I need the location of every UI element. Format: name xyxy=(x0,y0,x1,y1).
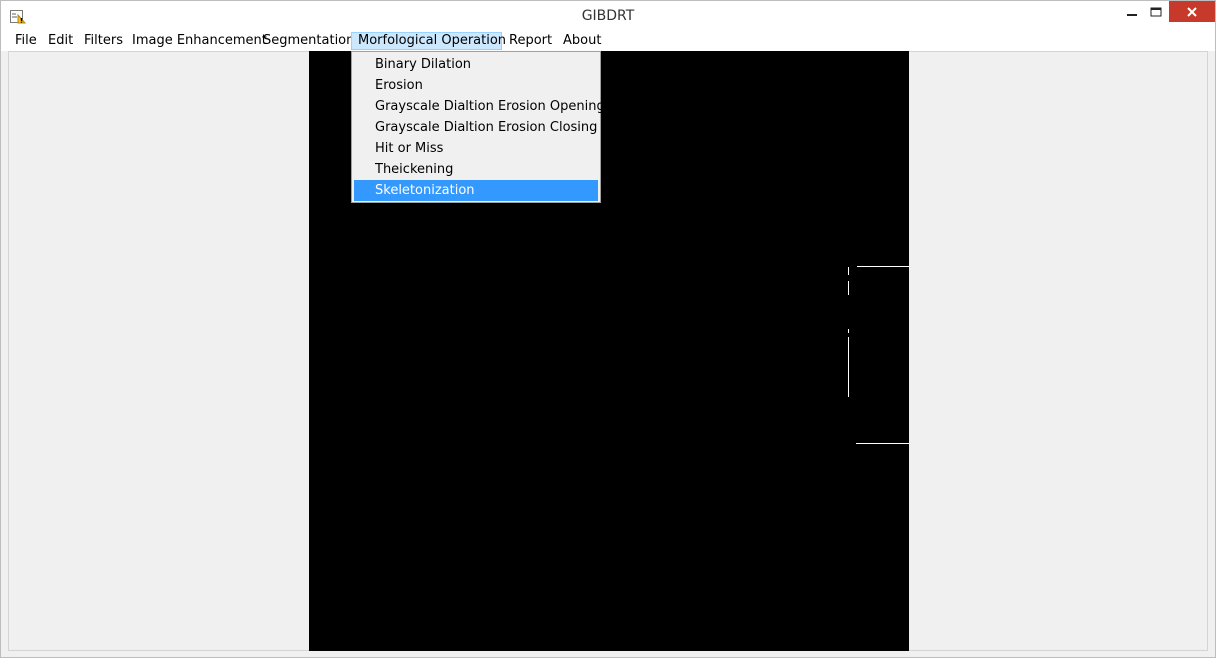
minimize-icon xyxy=(1127,14,1137,16)
window-title: GIBDRT xyxy=(581,8,635,24)
menu-edit[interactable]: Edit xyxy=(42,32,79,50)
menu-about[interactable]: About xyxy=(557,32,607,50)
menu-item-binary-dilation[interactable]: Binary Dilation xyxy=(354,54,598,75)
edge-line xyxy=(848,281,849,295)
title-bar[interactable]: GIBDRT xyxy=(1,1,1215,31)
morfological-operation-dropdown: Binary Dilation Erosion Grayscale Dialti… xyxy=(351,51,605,203)
edge-line xyxy=(856,443,909,444)
menu-report[interactable]: Report xyxy=(503,32,558,50)
edge-line xyxy=(857,266,909,267)
menu-item-grayscale-opening[interactable]: Grayscale Dialtion Erosion Opening xyxy=(354,96,605,117)
menu-morfological-operation[interactable]: Morfological Operation xyxy=(351,32,506,50)
menu-bar: File Edit Filters Image Enhancement Segm… xyxy=(1,31,1215,51)
close-button[interactable] xyxy=(1169,1,1215,22)
menu-item-thickening[interactable]: Theickening xyxy=(354,159,598,180)
edge-line xyxy=(848,329,849,333)
menu-file[interactable]: File xyxy=(9,32,43,50)
app-window: GIBDRT File Edit Filters Image Enhanceme… xyxy=(0,0,1216,658)
menu-filters[interactable]: Filters xyxy=(78,32,129,50)
edge-line xyxy=(848,267,849,275)
menu-item-hit-or-miss[interactable]: Hit or Miss xyxy=(354,138,598,159)
close-icon xyxy=(1187,6,1197,17)
edge-line xyxy=(848,337,849,397)
menu-item-grayscale-closing[interactable]: Grayscale Dialtion Erosion Closing xyxy=(354,117,598,138)
menu-item-skeletonization[interactable]: Skeletonization xyxy=(354,180,598,201)
maximize-icon xyxy=(1150,7,1162,17)
menu-image-enhancement[interactable]: Image Enhancement xyxy=(126,32,273,50)
menu-segmentation[interactable]: Segmentation xyxy=(257,32,360,50)
maximize-button[interactable] xyxy=(1141,1,1171,23)
menu-item-erosion[interactable]: Erosion xyxy=(354,75,598,96)
